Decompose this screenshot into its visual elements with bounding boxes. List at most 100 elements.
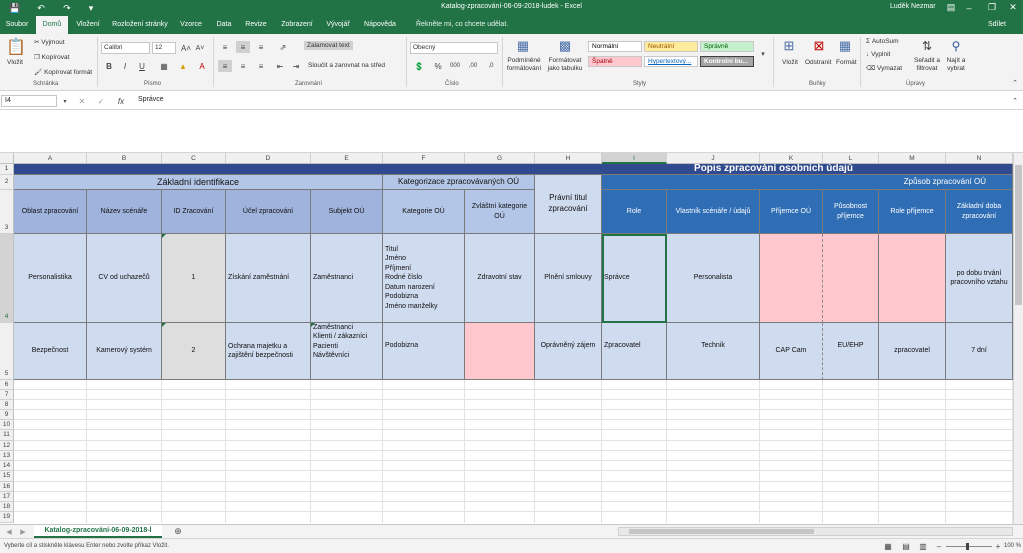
cell-l4[interactable] <box>823 234 879 323</box>
zoom-in-icon[interactable]: + <box>994 542 1002 551</box>
row-header-4[interactable]: 4 <box>0 234 14 323</box>
row-header-18[interactable]: 18 <box>0 502 14 512</box>
sort-filter-button[interactable]: Seřadit a filtrovat <box>912 57 942 73</box>
row-header-3[interactable]: 3 <box>0 190 14 234</box>
column-header-n[interactable]: N <box>946 153 1013 164</box>
font-size-select[interactable]: 12 <box>152 42 176 54</box>
column-header-b[interactable]: B <box>87 153 162 164</box>
style-good[interactable]: Správně <box>700 41 754 52</box>
cell-g4[interactable]: Zdravotní stav <box>465 234 535 323</box>
collapse-ribbon-icon[interactable]: ⌃ <box>1010 78 1020 88</box>
row-header-8[interactable]: 8 <box>0 400 14 410</box>
insert-function-icon[interactable]: fx <box>115 95 127 107</box>
cell-m5[interactable]: zpracovatel <box>879 323 946 380</box>
ribbon-display-icon[interactable]: ▤ <box>944 1 958 14</box>
align-center-icon[interactable]: ≡ <box>236 60 250 72</box>
format-cells-button[interactable]: Formát <box>836 59 857 66</box>
row-header-2[interactable]: 2 <box>0 175 14 190</box>
group-basic-identification[interactable]: Základní identifikace <box>14 175 383 190</box>
column-header-c[interactable]: C <box>162 153 226 164</box>
column-header-a[interactable]: A <box>14 153 87 164</box>
percent-icon[interactable]: % <box>432 60 444 72</box>
align-middle-icon[interactable]: ≡ <box>236 41 250 53</box>
zoom-slider[interactable] <box>946 543 992 550</box>
currency-icon[interactable]: 💲 <box>412 60 426 72</box>
cell-a4[interactable]: Personalistika <box>14 234 87 323</box>
close-icon[interactable]: ✕ <box>1006 1 1020 14</box>
shrink-font-icon[interactable]: A˅ <box>194 42 206 54</box>
scroll-tabs-right-icon[interactable]: ▶ <box>18 526 28 537</box>
tab-data[interactable]: Data <box>212 16 236 34</box>
column-header-e[interactable]: E <box>311 153 383 164</box>
style-neutral[interactable]: Neutrální <box>644 41 698 52</box>
tab-revize[interactable]: Revize <box>242 16 270 34</box>
normal-view-icon[interactable]: ▦ <box>883 542 893 551</box>
sheet-title[interactable]: Popis zpracování osobních údajů <box>535 164 1013 175</box>
formula-input[interactable]: Správce <box>138 96 164 103</box>
find-select-icon[interactable]: ⚲ <box>947 37 965 55</box>
tab-napoveda[interactable]: Nápověda <box>360 16 400 34</box>
copy-button[interactable]: ❐ Kopírovat <box>34 53 69 61</box>
cell-c4[interactable]: 1 <box>162 234 226 323</box>
scroll-tabs-left-icon[interactable]: ◀ <box>4 526 14 537</box>
column-header-m[interactable]: M <box>879 153 946 164</box>
cell-h4[interactable]: Plnění smlouvy <box>535 234 602 323</box>
column-header-f[interactable]: F <box>383 153 465 164</box>
style-hyperlink[interactable]: Hypertextový... <box>644 56 698 67</box>
header-scenario-name[interactable]: Název scénáře <box>87 190 162 234</box>
insert-cells-button[interactable]: Vložit <box>782 59 798 66</box>
cut-button[interactable]: ✂ Vyjmout <box>34 38 65 46</box>
column-header-h[interactable]: H <box>535 153 602 164</box>
tab-domu[interactable]: Domů <box>36 16 68 34</box>
header-data-category[interactable]: Kategorie OÚ <box>383 190 465 234</box>
borders-icon[interactable]: ▦ <box>158 60 170 72</box>
style-normal[interactable]: Normální <box>588 41 642 52</box>
tab-rozlozeni-stranky[interactable]: Rozložení stránky <box>110 16 170 34</box>
name-box[interactable]: I4 <box>1 95 57 107</box>
header-area[interactable]: Oblast zpracování <box>14 190 87 234</box>
zoom-slider-handle[interactable] <box>966 543 969 550</box>
autosum-button[interactable]: Σ AutoSum <box>866 38 899 45</box>
header-special-category[interactable]: Zvláštní kategorie OÚ <box>465 190 535 234</box>
header-recipient[interactable]: Příjemce OÚ <box>760 190 823 234</box>
align-right-icon[interactable]: ≡ <box>254 60 268 72</box>
tab-vlozeni[interactable]: Vložení <box>72 16 104 34</box>
row-header-12[interactable]: 12 <box>0 441 14 451</box>
tab-vzorce[interactable]: Vzorce <box>176 16 206 34</box>
cell-e5[interactable]: Zaměstnanci Klienti / zákazníci Pacienti… <box>311 323 383 380</box>
cell-l5[interactable]: EU/EHP <box>823 323 879 380</box>
tab-vyvojar[interactable]: Vývojář <box>322 16 354 34</box>
name-box-dropdown-icon[interactable]: ▾ <box>60 95 70 107</box>
cell-m4[interactable] <box>879 234 946 323</box>
cell-h5[interactable]: Oprávněný zájem <box>535 323 602 380</box>
formula-bar-expanded-area[interactable] <box>0 110 1023 153</box>
row-header-5[interactable]: 5 <box>0 323 14 380</box>
increase-decimal-icon[interactable]: ,00 <box>466 60 480 72</box>
column-header-d[interactable]: D <box>226 153 311 164</box>
cell-d4[interactable]: Získání zaměstnání <box>226 234 311 323</box>
sheet-tab-active[interactable]: Katalog-zpracování-06-09-2018-l <box>34 525 162 538</box>
sort-filter-icon[interactable]: ⇅ <box>918 37 936 55</box>
add-sheet-icon[interactable]: ⊕ <box>172 526 184 537</box>
cell-g5[interactable] <box>465 323 535 380</box>
comment-indicator[interactable] <box>162 234 166 238</box>
user-name[interactable]: Luděk Nezmar <box>890 3 936 10</box>
row-header-9[interactable]: 9 <box>0 410 14 420</box>
header-legal-title[interactable]: Právní titul zpracování <box>535 175 602 234</box>
row-header-7[interactable]: 7 <box>0 390 14 400</box>
header-purpose[interactable]: Účel zpracování <box>226 190 311 234</box>
page-break-view-icon[interactable]: ▥ <box>918 542 928 551</box>
paste-button[interactable]: Vložit <box>7 59 23 66</box>
row-header-1[interactable]: 1 <box>0 164 14 175</box>
decrease-indent-icon[interactable]: ⇤ <box>274 60 286 72</box>
zoom-level[interactable]: 100 % <box>1004 543 1021 549</box>
format-painter-button[interactable]: 🖌 Kopírovat formát <box>34 68 92 76</box>
cell-f4[interactable]: Titul Jméno Příjmení Rodné číslo Datum n… <box>383 234 465 323</box>
minimize-icon[interactable]: – <box>962 1 976 14</box>
cell-j5[interactable]: Technik <box>667 323 760 380</box>
expand-formula-icon[interactable]: ⌃ <box>1010 95 1020 107</box>
page-layout-view-icon[interactable]: ▤ <box>901 542 911 551</box>
row-header-16[interactable]: 16 <box>0 482 14 492</box>
horizontal-scrollbar[interactable] <box>618 527 1013 536</box>
group-data-categories[interactable]: Kategorizace zpracovávaných OÚ <box>383 175 535 190</box>
